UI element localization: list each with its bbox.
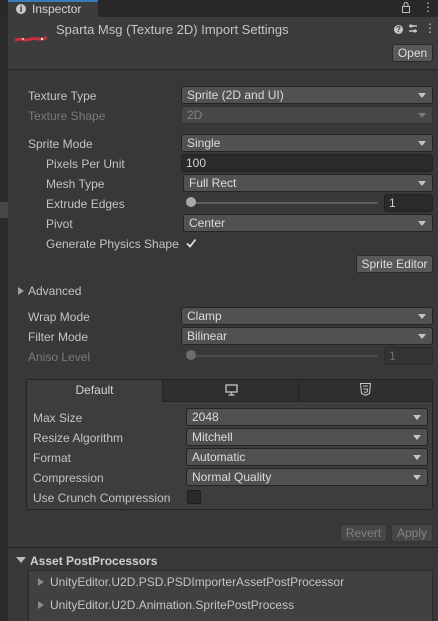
format-dropdown[interactable]: Automatic (186, 448, 428, 466)
sprite-mode-label: Sprite Mode (28, 137, 93, 151)
mesh-type-dropdown[interactable]: Full Rect (183, 174, 433, 192)
postprocessor-foldout-arrow-icon[interactable] (38, 601, 44, 609)
postprocessors-title[interactable]: Asset PostProcessors (30, 552, 157, 570)
aniso-level-label: Aniso Level (28, 350, 91, 364)
advanced-foldout-arrow-icon[interactable] (18, 287, 24, 295)
texture-asset-icon (14, 33, 48, 45)
preset-icon[interactable] (408, 23, 418, 38)
physics-shape-label: Generate Physics Shape (46, 237, 179, 251)
extrude-edges-track[interactable] (186, 202, 378, 204)
filter-mode-value: Bilinear (187, 329, 228, 343)
aniso-level-thumb (186, 350, 196, 360)
compression-label: Compression (33, 471, 104, 485)
open-button[interactable]: Open (392, 44, 433, 62)
sprite-mode-dropdown[interactable]: Single (181, 134, 433, 152)
platform-tab-webgl[interactable] (299, 380, 432, 401)
help-icon[interactable]: ? (394, 25, 403, 34)
html5-icon (359, 382, 372, 399)
info-icon: i (16, 4, 26, 14)
postprocessor-foldout-arrow-icon[interactable] (38, 578, 44, 586)
compression-dropdown[interactable]: Normal Quality (186, 468, 428, 486)
pivot-label: Pivot (46, 217, 73, 231)
compression-value: Normal Quality (192, 470, 272, 484)
texture-shape-label: Texture Shape (28, 109, 106, 123)
texture-type-dropdown[interactable]: Sprite (2D and UI) (181, 86, 433, 104)
mesh-type-label: Mesh Type (46, 177, 105, 191)
context-menu-icon[interactable]: ⋮ (424, 21, 436, 35)
physics-shape-checkbox[interactable] (184, 236, 198, 250)
left-gutter (0, 17, 8, 621)
postprocessor-item[interactable]: UnityEditor.U2D.PSD.PSDImporterAssetPost… (50, 573, 344, 591)
pixels-per-unit-field[interactable]: 100 (181, 154, 433, 172)
chevron-down-icon (418, 314, 426, 319)
chevron-down-icon (413, 435, 421, 440)
aniso-level-field: 1 (384, 347, 433, 365)
max-size-label: Max Size (33, 411, 83, 425)
texture-type-value: Sprite (2D and UI) (187, 88, 284, 102)
monitor-icon (225, 384, 238, 399)
aniso-level-track (186, 355, 378, 357)
platform-tab-default-label: Default (75, 383, 114, 397)
chevron-down-icon (418, 113, 426, 118)
chevron-down-icon (418, 141, 426, 146)
left-gutter-marker (0, 202, 8, 218)
crunch-compression-label: Use Crunch Compression (33, 491, 171, 505)
chevron-down-icon (418, 181, 426, 186)
chevron-down-icon (418, 93, 426, 98)
chevron-down-icon (418, 334, 426, 339)
apply-button: Apply (391, 524, 433, 542)
wrap-mode-label: Wrap Mode (28, 310, 90, 324)
crunch-compression-checkbox[interactable] (187, 490, 201, 504)
pixels-per-unit-label: Pixels Per Unit (46, 157, 125, 171)
max-size-dropdown[interactable]: 2048 (186, 408, 428, 426)
platform-tab-default[interactable]: Default (27, 380, 163, 402)
inspector-tab[interactable]: i Inspector (8, 0, 98, 17)
format-label: Format (33, 451, 72, 465)
pivot-dropdown[interactable]: Center (183, 214, 433, 232)
chevron-down-icon (413, 455, 421, 460)
extrude-edges-label: Extrude Edges (46, 197, 125, 211)
revert-button: Revert (340, 524, 387, 542)
tab-title: Inspector (32, 2, 82, 16)
sprite-mode-value: Single (187, 136, 221, 150)
texture-shape-dropdown: 2D (181, 106, 433, 124)
wrap-mode-dropdown[interactable]: Clamp (181, 307, 433, 325)
mesh-type-value: Full Rect (189, 176, 237, 190)
lock-icon[interactable] (402, 2, 410, 13)
resize-algorithm-dropdown[interactable]: Mitchell (186, 428, 428, 446)
texture-shape-value: 2D (187, 108, 203, 122)
tab-menu-icon[interactable]: ⋮ (422, 1, 434, 13)
advanced-foldout-label[interactable]: Advanced (28, 282, 81, 300)
pivot-value: Center (189, 216, 226, 230)
format-value: Automatic (192, 450, 246, 464)
filter-mode-label: Filter Mode (28, 330, 89, 344)
header-title: Sparta Msg (Texture 2D) Import Settings (56, 22, 289, 37)
platform-tab-standalone[interactable] (163, 380, 299, 401)
texture-type-label: Texture Type (28, 89, 97, 103)
postprocessor-item[interactable]: UnityEditor.U2D.Animation.SpritePostProc… (50, 596, 294, 614)
chevron-down-icon (413, 415, 421, 420)
resize-algorithm-value: Mitchell (192, 430, 233, 444)
extrude-edges-thumb[interactable] (186, 197, 196, 207)
sprite-editor-button[interactable]: Sprite Editor (356, 255, 433, 273)
resize-algorithm-label: Resize Algorithm (33, 431, 124, 445)
max-size-value: 2048 (192, 410, 219, 424)
chevron-down-icon (418, 221, 426, 226)
chevron-down-icon (413, 475, 421, 480)
wrap-mode-value: Clamp (187, 309, 222, 323)
postprocessors-separator (8, 547, 438, 548)
extrude-edges-field[interactable]: 1 (384, 194, 433, 212)
filter-mode-dropdown[interactable]: Bilinear (181, 327, 433, 345)
checkmark-icon (186, 238, 197, 248)
postprocessors-foldout-arrow-icon[interactable] (16, 557, 26, 563)
